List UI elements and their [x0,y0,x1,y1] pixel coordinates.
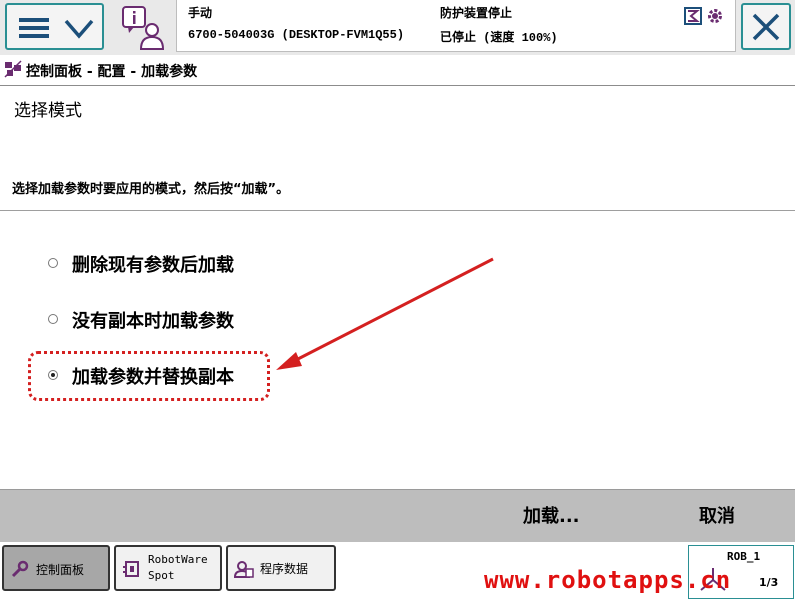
task-label: 程序数据 [260,562,309,576]
chevron-down-icon [64,19,94,39]
control-panel-icon [4,60,22,78]
task-program-data[interactable]: 程序数据 [226,545,336,591]
menu-icon [19,18,49,42]
gear-icon [708,9,722,23]
action-bar: 加载... 取消 [0,489,795,542]
load-button[interactable]: 加载... [523,502,580,528]
safety-state: 防护装置停止 [440,7,513,21]
section-title: 选择模式 [14,101,82,121]
speed-label: 1/3 [759,576,779,589]
operating-mode: 手动 [188,7,213,21]
radio-button[interactable] [48,314,58,324]
abb-menu-button[interactable] [5,3,104,50]
event-log-icon[interactable] [120,4,168,52]
option-label: 删除现有参数后加载 [72,255,234,276]
breadcrumb-text: 控制面板 - 配置 - 加载参数 [26,64,198,80]
option-load-if-no-duplicates[interactable]: 没有副本时加载参数 [48,305,278,335]
close-button[interactable] [741,3,791,50]
divider [0,85,795,86]
option-delete-existing[interactable]: 删除现有参数后加载 [48,249,278,279]
program-status-icon [684,7,702,25]
breadcrumb: 控制面板 - 配置 - 加载参数 [0,56,795,84]
cancel-button[interactable]: 取消 [699,502,735,528]
wrench-icon [11,560,29,578]
instruction-text: 选择加载参数时要应用的模式，然后按“加载”。 [12,182,290,197]
robotware-icon [123,561,139,577]
status-panel[interactable]: 手动 6700-504003G (DESKTOP-FVM1Q55) 防护装置停止… [176,0,736,52]
mechanical-unit-label: ROB_1 [727,550,761,563]
highlight-frame [28,351,270,401]
task-control-panel[interactable]: 控制面板 [2,545,110,591]
close-icon [752,13,780,41]
controller-name: 6700-504003G (DESKTOP-FVM1Q55) [188,28,405,42]
program-data-icon [234,561,254,578]
task-label: Spot [148,569,175,582]
task-label: 控制面板 [36,563,85,577]
task-label: RobotWare [148,553,208,566]
task-robotware-spot[interactable]: RobotWare Spot [114,545,222,591]
divider [0,210,795,211]
radio-button[interactable] [48,258,58,268]
watermark: www.robotapps.cn [484,566,732,594]
option-label: 没有副本时加载参数 [72,311,234,332]
run-state: 已停止 (速度 100%) [440,31,558,45]
